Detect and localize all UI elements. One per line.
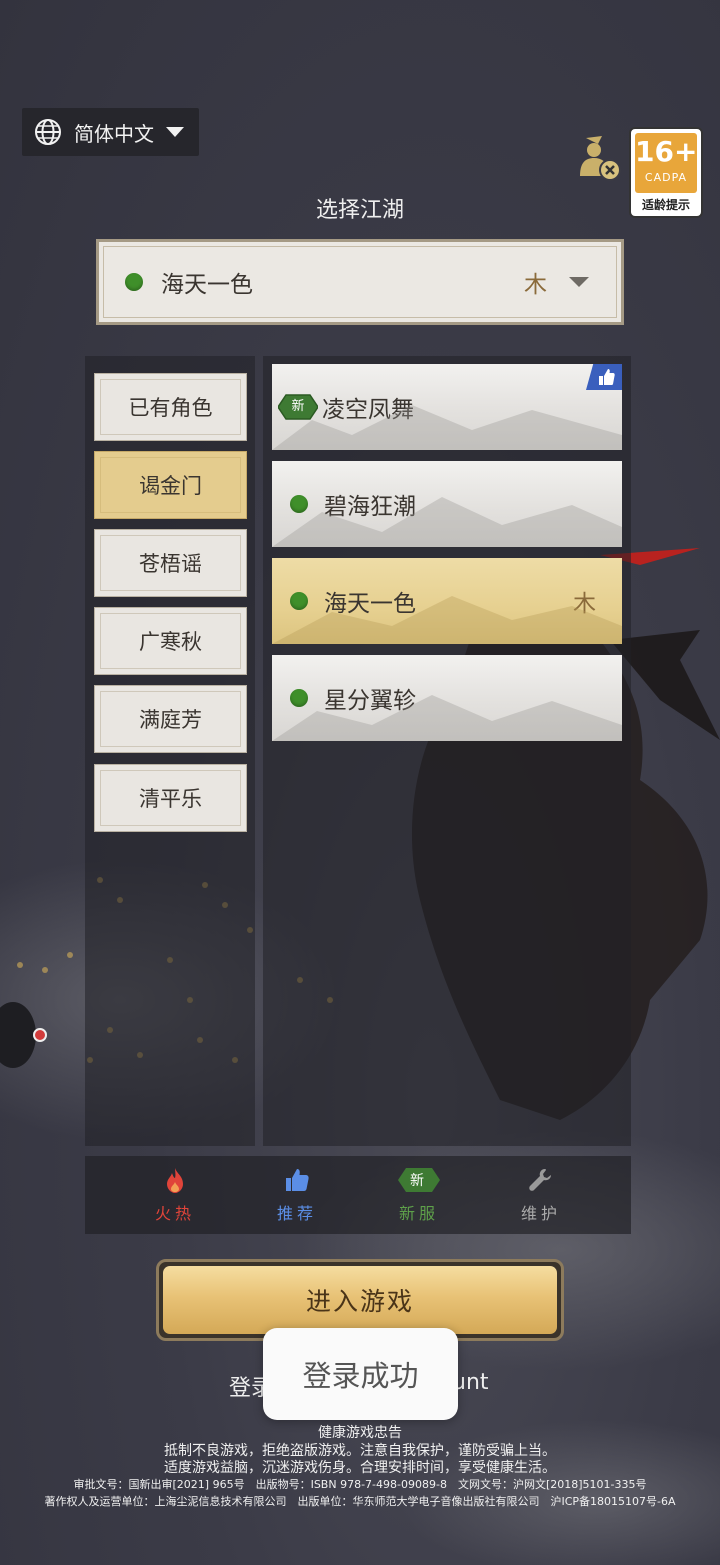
category-tab-cangwuyao[interactable]: 苍梧谣 [94, 529, 247, 597]
category-label: 满庭芳 [139, 708, 202, 732]
status-dot-icon [290, 689, 308, 707]
category-label: 谒金门 [139, 474, 202, 498]
legend-recommended: 推荐 [257, 1166, 337, 1224]
flame-icon [167, 1168, 183, 1193]
new-badge-icon: 新 [398, 1168, 440, 1192]
new-badge-text: 新 [291, 399, 305, 414]
notification-dot [33, 1028, 47, 1042]
server-name: 凌空凤舞 [322, 397, 414, 423]
thumbs-up-icon [286, 1169, 309, 1191]
current-server-tag: 木 [524, 272, 547, 298]
thumbs-up-icon [599, 369, 615, 385]
current-server-name: 海天一色 [161, 272, 253, 298]
chevron-down-icon [166, 127, 184, 137]
approval-info: 审批文号：国新出审[2021] 965号 出版物号：ISBN 978-7-498… [73, 1478, 647, 1491]
health-advice-line-2: 适度游戏益脑，沉迷游戏伤身。合理安排时间，享受健康生活。 [164, 1460, 556, 1476]
category-tab-existing-roles[interactable]: 已有角色 [94, 373, 247, 441]
category-tab-mantingfang[interactable]: 满庭芳 [94, 685, 247, 753]
category-panel: 已有角色 谒金门 苍梧谣 广寒秋 满庭芳 清平乐 [85, 356, 255, 1146]
language-label: 简体中文 [74, 121, 154, 146]
category-tab-qingpingle[interactable]: 清平乐 [94, 764, 247, 832]
server-name: 碧海狂潮 [324, 494, 416, 520]
recommended-corner-badge [586, 364, 622, 390]
server-item[interactable]: 星分翼轸 [272, 655, 622, 741]
category-tab-guanghanqiu[interactable]: 广寒秋 [94, 607, 247, 675]
status-dot-icon [290, 592, 308, 610]
server-item[interactable]: 碧海狂潮 [272, 461, 622, 547]
legend-new: 新 新服 [379, 1166, 459, 1224]
server-item[interactable]: 新 凌空凤舞 [272, 364, 622, 450]
chevron-down-icon [569, 277, 589, 287]
age-rating-plate: 16+ CADPA [635, 133, 697, 193]
enter-game-label: 进入游戏 [163, 1266, 557, 1334]
status-dot-icon [125, 273, 143, 291]
legend-hot: 火热 [135, 1166, 215, 1224]
legend-label: 火热 [154, 1204, 195, 1223]
age-rating-org: CADPA [644, 171, 688, 184]
health-advice-title: 健康游戏忠告 [318, 1425, 402, 1441]
server-status-legend: 火热 推荐 新 新服 维护 [85, 1156, 631, 1234]
legend-badge-text: 新 [410, 1173, 428, 1189]
server-tag: 木 [573, 591, 596, 617]
language-selector[interactable]: 简体中文 [22, 108, 199, 156]
legend-label: 新服 [398, 1204, 439, 1223]
character-figure-icon[interactable] [572, 130, 622, 182]
age-rating-number: 16+ [635, 135, 698, 168]
current-server-dropdown[interactable]: 海天一色 木 [96, 239, 624, 325]
toast-message: 登录成功 [263, 1328, 458, 1420]
status-dot-icon [290, 495, 308, 513]
category-label: 清平乐 [139, 787, 202, 811]
server-item-selected[interactable]: 海天一色 木 [272, 558, 622, 644]
category-label: 已有角色 [128, 396, 213, 420]
page-title: 选择江湖 [315, 198, 404, 223]
legend-label: 维护 [520, 1204, 561, 1223]
globe-icon [35, 119, 61, 145]
category-label: 苍梧谣 [139, 552, 202, 576]
legend-label: 推荐 [276, 1204, 317, 1223]
wrench-icon [529, 1169, 551, 1191]
category-tab-yejinmen[interactable]: 谒金门 [94, 451, 247, 519]
legend-maintenance: 维护 [501, 1166, 581, 1224]
new-badge-icon: 新 [277, 393, 319, 421]
copyright-info: 著作权人及运营单位：上海尘泥信息技术有限公司 出版单位：华东师范大学电子音像出版… [44, 1495, 676, 1508]
server-name: 海天一色 [324, 591, 416, 617]
server-list-panel: 新 凌空凤舞 碧海狂潮 海天一色 木 星分翼轸 [263, 356, 631, 1146]
category-label: 广寒秋 [139, 630, 202, 654]
server-name: 星分翼轸 [324, 688, 416, 714]
